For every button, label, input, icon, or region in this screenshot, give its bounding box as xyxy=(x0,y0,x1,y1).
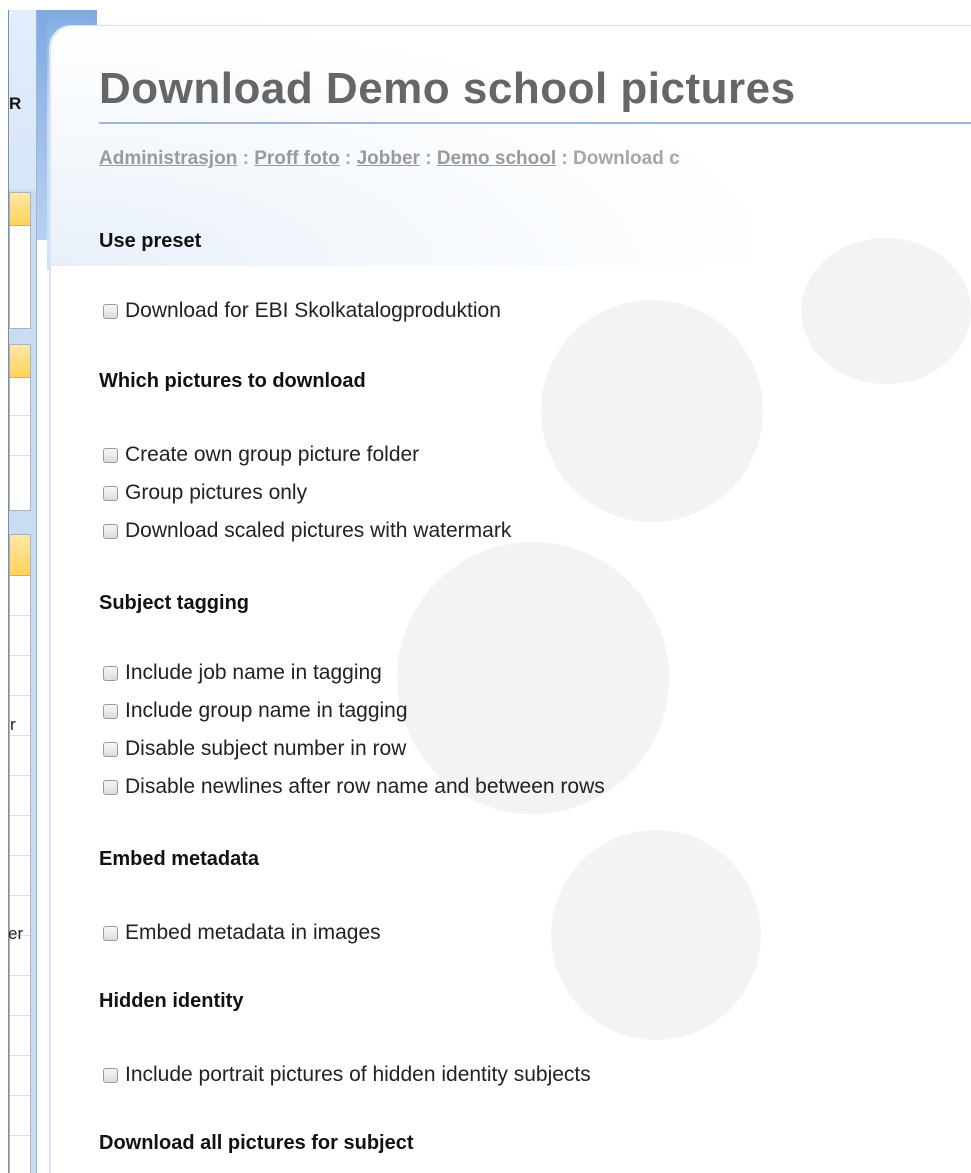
breadcrumb-link-demo-school[interactable]: Demo school xyxy=(437,148,556,169)
breadcrumb-separator: : xyxy=(561,148,568,169)
left-sidebar: R r er xyxy=(0,10,37,1173)
background-bubble xyxy=(801,238,971,384)
background-bubble xyxy=(551,830,761,1040)
section-heading-use-preset: Use preset xyxy=(99,230,202,252)
checkbox[interactable] xyxy=(103,741,118,757)
sidebar-scroll-edge xyxy=(0,10,9,1173)
title-divider xyxy=(99,122,971,124)
breadcrumb-separator: : xyxy=(344,148,352,169)
checkbox[interactable] xyxy=(103,779,118,795)
option-disable-subject-number[interactable]: Disable subject number in row xyxy=(103,736,406,762)
breadcrumb-link-proff-foto[interactable]: Proff foto xyxy=(254,148,339,169)
breadcrumb: Administrasjon : Proff foto : Jobber : D… xyxy=(99,148,680,170)
option-label: Include job name in tagging xyxy=(125,661,382,684)
sidebar-menu-header xyxy=(10,193,30,226)
section-heading-hidden-identity: Hidden identity xyxy=(99,990,244,1012)
sidebar-menu-header xyxy=(10,535,30,576)
option-embed-metadata[interactable]: Embed metadata in images xyxy=(103,920,381,946)
sidebar-menu-header xyxy=(10,345,30,378)
breadcrumb-separator: : xyxy=(425,148,432,169)
background-bubble xyxy=(541,300,763,522)
sidebar-item-fragment[interactable]: r xyxy=(10,715,16,735)
sidebar-menu-block-1[interactable] xyxy=(9,192,31,329)
option-ebi-preset[interactable]: Download for EBI Skolkatalogproduktion xyxy=(103,298,501,324)
checkbox[interactable] xyxy=(103,925,118,941)
breadcrumb-link-administrasjon[interactable]: Administrasjon xyxy=(99,148,237,169)
checkbox[interactable] xyxy=(103,447,118,463)
main-panel: Download Demo school pictures Administra… xyxy=(37,10,971,1173)
breadcrumb-separator: : xyxy=(242,148,249,169)
option-include-group-name[interactable]: Include group name in tagging xyxy=(103,698,408,724)
option-include-job-name[interactable]: Include job name in tagging xyxy=(103,660,382,686)
sidebar-menu-block-2[interactable] xyxy=(9,344,31,511)
option-label: Include group name in tagging xyxy=(125,699,408,722)
section-heading-embed-metadata: Embed metadata xyxy=(99,848,260,870)
breadcrumb-current: Download c xyxy=(573,148,680,169)
sidebar-header-fragment: R xyxy=(9,94,22,113)
breadcrumb-link-jobber[interactable]: Jobber xyxy=(357,148,420,169)
option-label: Download for EBI Skolkatalogproduktion xyxy=(125,299,501,322)
option-group-pictures-only[interactable]: Group pictures only xyxy=(103,480,307,506)
section-heading-download-all-pictures: Download all pictures for subject xyxy=(99,1132,414,1154)
option-label: Download scaled pictures with watermark xyxy=(125,519,512,542)
option-label: Include portrait pictures of hidden iden… xyxy=(125,1063,591,1086)
option-label: Group pictures only xyxy=(125,481,308,504)
option-label: Create own group picture folder xyxy=(125,443,420,466)
checkbox[interactable] xyxy=(103,523,118,539)
option-label: Embed metadata in images xyxy=(125,921,381,944)
checkbox[interactable] xyxy=(103,485,118,501)
checkbox[interactable] xyxy=(103,1067,118,1083)
checkbox[interactable] xyxy=(103,665,118,681)
option-hidden-identity-portraits[interactable]: Include portrait pictures of hidden iden… xyxy=(103,1062,591,1088)
checkbox[interactable] xyxy=(103,303,118,319)
sidebar-item-fragment[interactable]: er xyxy=(8,924,23,944)
section-heading-which-pictures: Which pictures to download xyxy=(99,370,366,392)
page-title: Download Demo school pictures xyxy=(99,64,796,113)
option-scaled-watermark[interactable]: Download scaled pictures with watermark xyxy=(103,518,511,544)
option-label: Disable newlines after row name and betw… xyxy=(125,775,605,798)
checkbox[interactable] xyxy=(103,703,118,719)
sidebar-menu-block-3[interactable] xyxy=(9,534,31,1173)
section-heading-subject-tagging: Subject tagging xyxy=(99,592,249,614)
option-label: Disable subject number in row xyxy=(125,737,407,760)
option-own-group-folder[interactable]: Create own group picture folder xyxy=(103,442,419,468)
option-disable-newlines[interactable]: Disable newlines after row name and betw… xyxy=(103,774,605,800)
